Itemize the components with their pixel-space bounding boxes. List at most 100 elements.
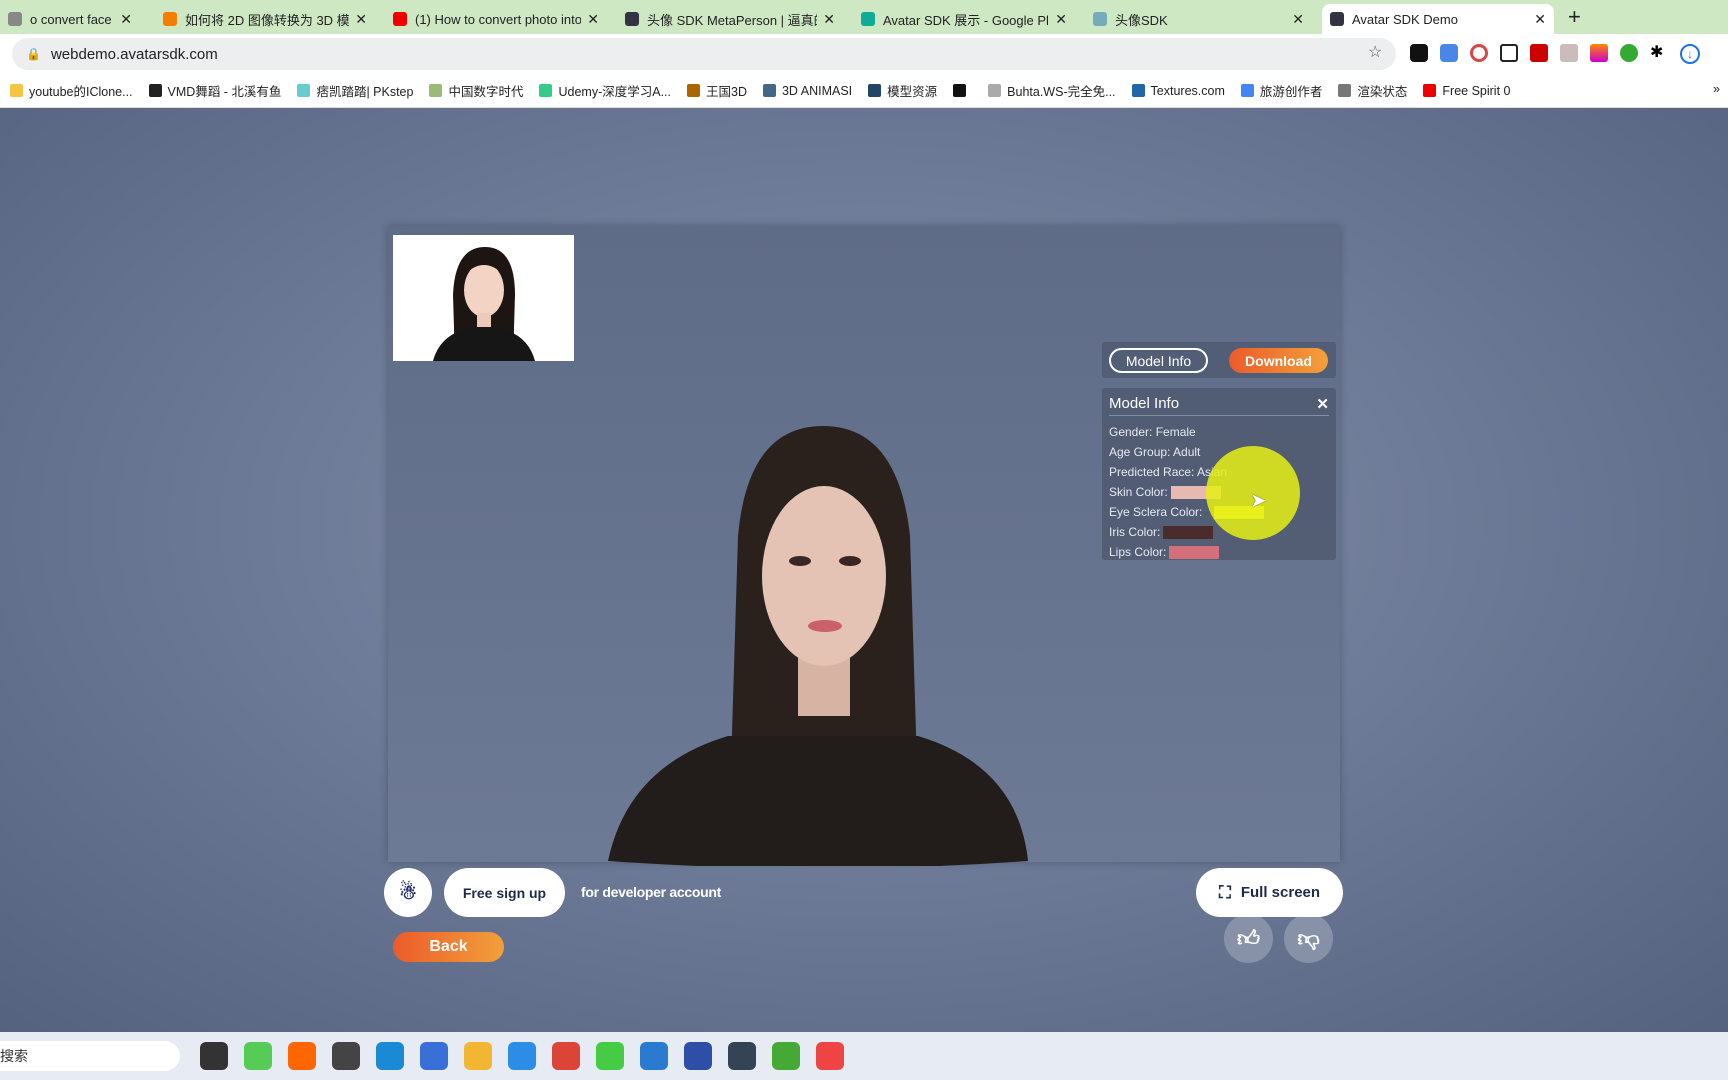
address-bar[interactable]: 🔒 webdemo.avatarsdk.com [12, 38, 1396, 70]
bookmark-item[interactable] [953, 84, 972, 97]
browser-tab[interactable]: 头像 SDK MetaPerson | 逼真的 ✕ [617, 4, 843, 34]
taskbar-app-icon[interactable] [288, 1042, 316, 1070]
close-tab-icon[interactable]: ✕ [823, 11, 835, 28]
bookmark-icon [1338, 84, 1352, 97]
bookmark-item[interactable]: 渲染状态 [1338, 81, 1407, 100]
bookmark-item[interactable]: Textures.com [1131, 84, 1225, 98]
taskbar-app-icon[interactable] [640, 1042, 668, 1070]
close-tab-icon[interactable]: ✕ [1292, 11, 1304, 28]
tab-title: 头像SDK [1115, 12, 1168, 28]
taskbar-app-icon[interactable] [508, 1042, 536, 1070]
signup-note: for developer account [581, 884, 721, 900]
gender-row: Gender: Female [1109, 422, 1329, 442]
lips-label: Lips Color: [1109, 545, 1167, 559]
extension-icon[interactable] [1620, 44, 1638, 62]
tab-title: Avatar SDK Demo [1352, 11, 1458, 27]
browser-tab[interactable]: 头像SDK ✕ [1085, 4, 1312, 34]
taskbar-app-icon[interactable] [420, 1042, 448, 1070]
extension-icon[interactable] [1470, 44, 1488, 62]
bookmark-item[interactable]: youtube的IClone... [10, 81, 133, 100]
bookmark-item[interactable]: 模型资源 [868, 81, 937, 100]
sclera-label: Eye Sclera Color: [1109, 505, 1203, 519]
close-tab-icon[interactable]: ✕ [355, 11, 367, 28]
bookmark-label: 渲染状态 [1357, 85, 1408, 99]
bookmark-item[interactable]: 中国数字时代 [429, 81, 523, 100]
extension-icon[interactable] [1560, 44, 1578, 62]
bookmark-item[interactable]: 3D ANIMASI [762, 84, 852, 98]
browser-tab[interactable]: (1) How to convert photo into ✕ [385, 4, 607, 34]
browser-tab[interactable]: 如何将 2D 图像转换为 3D 模型 ✕ [155, 4, 375, 34]
fullscreen-icon: ⛶ [1218, 882, 1231, 902]
bookmarks-more-button[interactable]: » [1713, 82, 1720, 96]
download-button[interactable]: Download [1229, 348, 1328, 373]
avatar-viewer[interactable]: Model Info Download Model Info ✕ Gender:… [388, 226, 1340, 963]
bookmark-item[interactable]: 痞凯踏踏| PKstep [297, 81, 413, 100]
google-play-icon [861, 12, 875, 26]
puzzle-icon[interactable]: ✱ [1650, 44, 1668, 62]
taskbar-app-icon[interactable] [244, 1042, 272, 1070]
bookmark-item[interactable]: 王国3D [687, 81, 747, 100]
close-tab-icon[interactable]: ✕ [120, 11, 132, 28]
close-tab-icon[interactable]: ✕ [1534, 11, 1546, 28]
avatarsdk-logo[interactable]: ☃ [384, 868, 432, 917]
bookmark-icon [762, 84, 776, 97]
close-icon[interactable]: ✕ [1316, 395, 1329, 413]
extension-icon[interactable] [1530, 44, 1548, 62]
free-signup-button[interactable]: Free sign up [444, 868, 565, 917]
close-tab-icon[interactable]: ✕ [587, 11, 599, 28]
taskbar-app-icon[interactable] [772, 1042, 800, 1070]
thumbs-up-button[interactable]: 👍︎ [1224, 914, 1273, 963]
bookmark-label: Buhta.WS-完全免... [1007, 85, 1116, 99]
bookmark-item[interactable]: Free Spirit 0 [1423, 84, 1511, 98]
gender-text: Gender: Female [1109, 425, 1196, 439]
thumbs-down-icon: 👎︎ [1297, 926, 1320, 951]
bookmark-icon [1240, 84, 1254, 97]
bookmark-item[interactable]: Udemy-深度学习A... [539, 81, 671, 100]
skin-label: Skin Color: [1109, 485, 1168, 499]
avatarsdk-icon [1093, 12, 1107, 26]
bookmark-icon [687, 84, 700, 97]
extension-icon[interactable] [1500, 44, 1518, 62]
portrait-image [433, 247, 535, 361]
taskbar-app-icon[interactable] [552, 1042, 580, 1070]
bookmark-item[interactable]: VMD舞蹈 - 北溪有鱼 [148, 81, 281, 100]
extension-icon[interactable] [1410, 44, 1428, 62]
bookmark-item[interactable]: 旅游创作者 [1240, 81, 1322, 100]
browser-tab[interactable]: Avatar SDK 展示 - Google Play ✕ [853, 4, 1075, 34]
back-button[interactable]: Back [393, 932, 504, 962]
taskbar-app-icon[interactable] [816, 1042, 844, 1070]
extension-icon[interactable] [1440, 44, 1458, 62]
bookmark-icon [297, 84, 311, 97]
download-icon[interactable]: ↓ [1680, 44, 1700, 64]
taskbar-apps [192, 1042, 852, 1070]
youtube-icon [393, 12, 407, 26]
taskbar-app-icon[interactable] [684, 1042, 712, 1070]
browser-tab[interactable]: o convert face 2d im ✕ [0, 4, 140, 34]
close-tab-icon[interactable]: ✕ [1055, 11, 1067, 28]
bookmark-item[interactable]: Buhta.WS-完全免... [988, 81, 1116, 100]
blogger-icon [163, 12, 177, 26]
model-info-button[interactable]: Model Info [1109, 348, 1208, 373]
taskbar-app-icon[interactable] [332, 1042, 360, 1070]
extensions-area: ✱ ↓ [1410, 44, 1700, 64]
taskbar-app-icon[interactable] [376, 1042, 404, 1070]
new-tab-button[interactable]: + [1568, 4, 1581, 30]
fullscreen-button[interactable]: ⛶ Full screen [1196, 868, 1343, 917]
search-placeholder: 搜索 [0, 1048, 28, 1064]
avatarsdk-icon [625, 12, 639, 26]
extension-icon[interactable] [1590, 44, 1608, 62]
taskbar-app-icon[interactable] [464, 1042, 492, 1070]
taskbar-app-icon[interactable] [596, 1042, 624, 1070]
tab-bar: o convert face 2d im ✕ 如何将 2D 图像转换为 3D 模型 ✕… [0, 0, 1728, 34]
avatarsdk-icon [1330, 12, 1344, 26]
star-icon[interactable]: ☆ [1368, 42, 1382, 62]
thumbs-down-button[interactable]: 👎︎ [1284, 914, 1333, 963]
bookmark-label: 痞凯踏踏| PKstep [316, 85, 414, 99]
taskbar-app-icon[interactable] [200, 1042, 228, 1070]
tab-title: o convert face 2d im [30, 11, 114, 27]
taskbar-search[interactable]: 搜索 [0, 1041, 180, 1071]
taskbar-app-icon[interactable] [728, 1042, 756, 1070]
source-photo [393, 235, 574, 361]
browser-tab[interactable]: Avatar SDK Demo ✕ [1322, 4, 1554, 34]
iris-color-swatch [1163, 525, 1214, 539]
